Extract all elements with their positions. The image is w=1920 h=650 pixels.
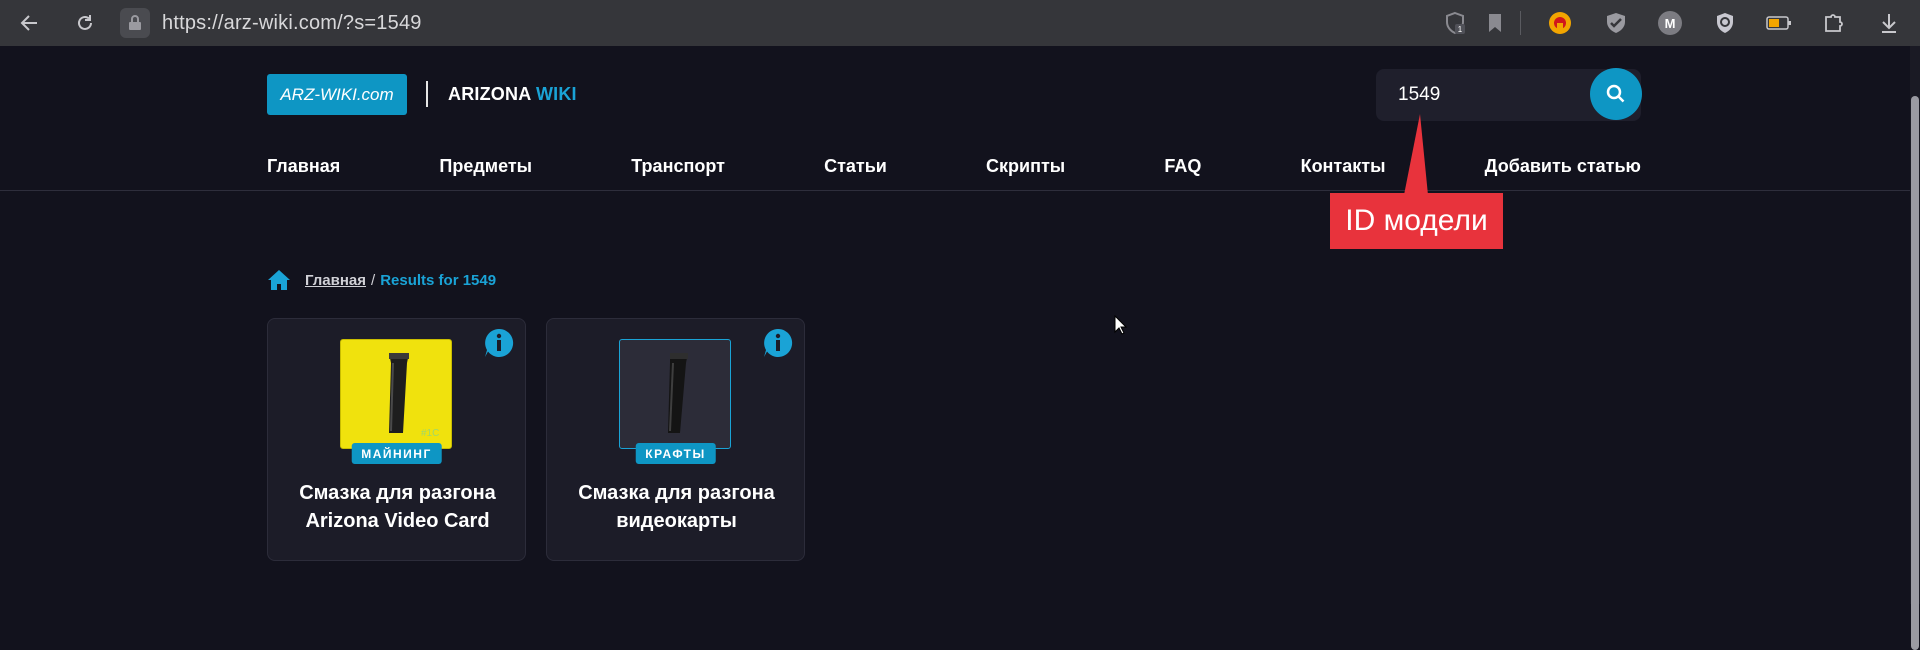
item-image[interactable] xyxy=(619,339,731,449)
breadcrumb: Главная / Results for 1549 xyxy=(267,268,496,292)
menu-item-contacts[interactable]: Контакты xyxy=(1301,156,1386,180)
orange-extension-icon[interactable] xyxy=(1547,10,1573,36)
breadcrumb-separator: / xyxy=(371,271,376,289)
info-icon[interactable] xyxy=(483,327,515,359)
lubricant-tube-icon xyxy=(389,353,409,433)
breadcrumb-home[interactable]: Главная xyxy=(305,272,366,289)
breadcrumb-current: Results for 1549 xyxy=(380,271,497,289)
logo-separator xyxy=(426,81,428,107)
profile-m-icon[interactable]: M xyxy=(1657,10,1683,36)
site-title[interactable]: ARIZONA WIKI xyxy=(448,84,577,105)
info-icon[interactable] xyxy=(762,327,794,359)
search-icon xyxy=(1606,84,1625,103)
url-text[interactable]: https://arz-wiki.com/?s=1549 xyxy=(162,12,422,35)
item-title[interactable]: Смазка для разгона видеокарты xyxy=(557,479,796,535)
svg-text:M: M xyxy=(1665,16,1676,31)
browser-toolbar: https://arz-wiki.com/?s=1549 1 M xyxy=(0,0,1920,46)
home-icon[interactable] xyxy=(267,269,291,291)
site-logo[interactable]: ARZ-WIKI.com xyxy=(267,74,407,115)
vpn-shield-icon[interactable] xyxy=(1712,10,1738,36)
toolbar-divider xyxy=(1520,11,1521,35)
bookmark-icon[interactable] xyxy=(1482,10,1508,36)
result-card[interactable]: #1C МАЙНИНГ Смазка для разгона Arizona V… xyxy=(267,318,526,561)
mouse-cursor-icon xyxy=(1114,315,1128,335)
menu-item-articles[interactable]: Статьи xyxy=(824,156,887,180)
result-card[interactable]: КРАФТЫ Смазка для разгона видеокарты xyxy=(546,318,805,561)
download-icon[interactable] xyxy=(1876,10,1902,36)
shield-check-icon[interactable] xyxy=(1603,10,1629,36)
item-image-label: #1C xyxy=(421,428,440,439)
annotation-callout: ID модели xyxy=(1330,193,1503,249)
lock-icon[interactable] xyxy=(120,8,150,38)
back-arrow-icon[interactable] xyxy=(16,10,42,36)
site-title-accent: WIKI xyxy=(535,84,577,104)
shield-extension-icon[interactable]: 1 xyxy=(1442,10,1468,36)
battery-icon[interactable] xyxy=(1766,10,1792,36)
category-tag[interactable]: МАЙНИНГ xyxy=(351,443,442,464)
page-scrollbar[interactable] xyxy=(1910,46,1920,650)
svg-text:1: 1 xyxy=(1458,25,1463,34)
main-menu: Главная Предметы Транспорт Статьи Скрипт… xyxy=(267,156,1641,180)
menu-item-faq[interactable]: FAQ xyxy=(1164,156,1201,180)
menu-item-scripts[interactable]: Скрипты xyxy=(986,156,1065,180)
item-title-line-1: Смазка для разгона xyxy=(578,482,775,504)
search-button[interactable] xyxy=(1590,68,1642,120)
search-input[interactable] xyxy=(1398,82,1578,108)
menu-item-items[interactable]: Предметы xyxy=(439,156,532,180)
extensions-puzzle-icon[interactable] xyxy=(1821,10,1847,36)
menu-item-add-article[interactable]: Добавить статью xyxy=(1485,156,1641,180)
header-divider xyxy=(0,190,1910,191)
lubricant-tube-icon xyxy=(668,353,688,433)
item-title-line-1: Смазка для разгона xyxy=(299,482,496,504)
item-title-line-2: видеокарты xyxy=(616,510,737,532)
category-tag[interactable]: КРАФТЫ xyxy=(635,443,716,464)
menu-item-home[interactable]: Главная xyxy=(267,156,340,180)
item-title[interactable]: Смазка для разгона Arizona Video Card xyxy=(278,479,517,535)
menu-item-transport[interactable]: Транспорт xyxy=(631,156,725,180)
item-title-line-2: Arizona Video Card xyxy=(305,510,490,532)
item-image[interactable]: #1C xyxy=(340,339,452,449)
reload-icon[interactable] xyxy=(72,10,98,36)
scrollbar-thumb[interactable] xyxy=(1911,96,1919,650)
site-title-main: ARIZONA xyxy=(448,84,531,104)
address-bar[interactable]: https://arz-wiki.com/?s=1549 xyxy=(120,8,422,38)
